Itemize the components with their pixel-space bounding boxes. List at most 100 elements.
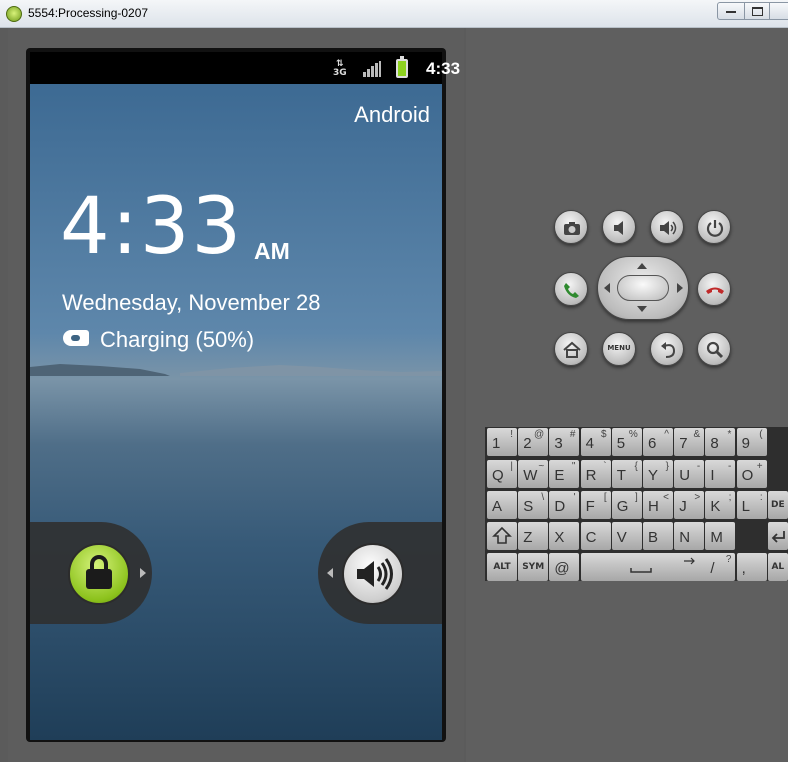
dpad-center-button[interactable] <box>617 275 669 301</box>
home-icon[interactable] <box>554 332 588 366</box>
key-label: Z <box>523 529 533 546</box>
key-u[interactable]: U- <box>674 460 705 488</box>
maximize-button[interactable] <box>744 2 770 20</box>
key-alt-label: | <box>510 461 513 472</box>
key-label: 3 <box>554 435 563 452</box>
key-label: 4 <box>585 435 594 452</box>
key-alt-label: ( <box>759 429 763 440</box>
key-label: Y <box>648 467 659 484</box>
space-icon <box>629 557 695 573</box>
key-label: D <box>554 498 566 515</box>
dpad-right-icon[interactable] <box>677 283 683 293</box>
key-b[interactable]: B <box>643 522 673 550</box>
key-label: B <box>648 529 659 546</box>
dpad-down-icon[interactable] <box>637 306 647 312</box>
charging-plug-icon <box>63 330 89 346</box>
key-comma[interactable]: , <box>736 553 767 581</box>
key-t[interactable]: T{ <box>611 460 642 488</box>
dpad-up-icon[interactable] <box>637 263 647 269</box>
key-z[interactable]: Z <box>518 522 549 550</box>
key-alt-label: + <box>756 461 763 472</box>
network-label: 3G <box>333 68 347 78</box>
key-w[interactable]: W ~ <box>518 460 549 488</box>
key-a[interactable]: A <box>487 491 517 519</box>
key-c[interactable]: C <box>580 522 611 550</box>
key-8[interactable]: 8 * <box>705 428 736 456</box>
close-button[interactable] <box>769 2 788 20</box>
end-call-icon[interactable] <box>697 272 731 306</box>
key-label: 2 <box>523 435 532 452</box>
key-s[interactable]: S \ <box>518 491 549 519</box>
key-i[interactable]: I- <box>705 460 736 488</box>
key-label: S <box>523 498 534 515</box>
key-label: 9 <box>741 435 750 452</box>
key-shift[interactable] <box>487 522 517 550</box>
minimize-button[interactable] <box>717 2 745 20</box>
key-alt-label: & <box>693 429 701 440</box>
key-6[interactable]: 6 ^ <box>643 428 673 456</box>
key-m[interactable]: M <box>705 522 736 550</box>
key-label: DE <box>770 500 785 510</box>
power-icon[interactable] <box>697 210 731 244</box>
shift-icon <box>492 526 512 544</box>
menu-button[interactable]: MENU <box>602 332 636 366</box>
key-4[interactable]: 4 $ <box>580 428 611 456</box>
key-alt-label: " <box>571 461 576 472</box>
key-q[interactable]: Q | <box>487 460 517 488</box>
speaker-icon[interactable] <box>342 543 404 605</box>
lock-screen: Android 4:33 AM Wednesday, November 28 C… <box>30 84 442 740</box>
key-at[interactable]: @ <box>549 553 580 581</box>
key-e[interactable]: E " <box>549 460 580 488</box>
key-o[interactable]: O + <box>736 460 767 488</box>
key-alt-label: @ <box>534 429 545 440</box>
key-sym[interactable]: SYM <box>518 553 549 581</box>
am-pm-label: AM <box>254 238 290 264</box>
camera-icon[interactable] <box>554 210 588 244</box>
sound-arrow-icon <box>327 568 333 578</box>
key-label: T <box>616 467 626 484</box>
key-h[interactable]: H < <box>643 491 673 519</box>
emulator-window: 5554:Processing-0207 ⇅ 3G 4:33 Android 4:… <box>0 0 788 762</box>
key-1[interactable]: 1! <box>487 428 517 456</box>
key-r[interactable]: R ` <box>580 460 611 488</box>
key-5[interactable]: 5% <box>611 428 642 456</box>
key-alt-label: < <box>663 492 669 503</box>
key-alt[interactable]: ALT <box>487 553 517 581</box>
key-f[interactable]: F[ <box>580 491 611 519</box>
key-v[interactable]: V <box>611 522 642 550</box>
key-7[interactable]: 7 & <box>674 428 705 456</box>
unlock-icon[interactable] <box>68 543 130 605</box>
key-alt-label: ` <box>603 461 607 472</box>
volume-up-icon[interactable] <box>650 210 684 244</box>
key-slash[interactable]: /? <box>705 553 736 581</box>
key-y[interactable]: Y} <box>643 460 673 488</box>
key-k[interactable]: K; <box>705 491 736 519</box>
key-enter[interactable] <box>767 522 788 550</box>
key-d[interactable]: D ' <box>549 491 580 519</box>
key-n[interactable]: N <box>674 522 705 550</box>
search-icon[interactable] <box>697 332 731 366</box>
key-label: H <box>648 498 659 515</box>
key-j[interactable]: J > <box>674 491 705 519</box>
key-g[interactable]: G] <box>611 491 642 519</box>
dpad-left-icon[interactable] <box>604 283 610 293</box>
key-label: W <box>523 467 538 484</box>
volume-down-icon[interactable] <box>602 210 636 244</box>
key-label: 8 <box>710 435 719 452</box>
key-alt-right[interactable]: AL <box>767 553 788 581</box>
key-l[interactable]: L: <box>736 491 767 519</box>
key-9[interactable]: 9( <box>736 428 767 456</box>
key-alt-label: \ <box>541 492 545 503</box>
key-alt-label: ' <box>573 492 576 503</box>
key-label: A <box>492 498 503 515</box>
key-alt-label: { <box>634 461 638 472</box>
key-x[interactable]: X <box>549 522 580 550</box>
key-2[interactable]: 2 @ <box>518 428 549 456</box>
key-label: O <box>741 467 754 484</box>
back-icon[interactable] <box>650 332 684 366</box>
call-icon[interactable] <box>554 272 588 306</box>
key-delete[interactable]: DE <box>767 491 788 519</box>
signal-icon <box>363 61 381 77</box>
key-alt-label: ; <box>728 492 732 503</box>
key-3[interactable]: 3 # <box>549 428 580 456</box>
